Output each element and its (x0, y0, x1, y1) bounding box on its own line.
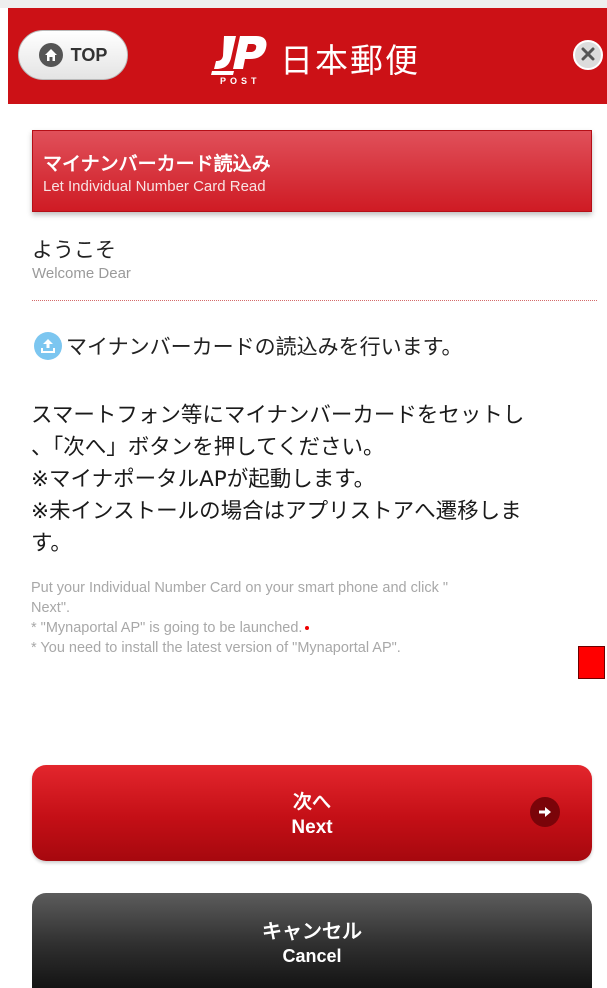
section-title-jp: マイナンバーカード読込み (43, 153, 271, 175)
app-header: TOP POST 日本郵便 (8, 8, 607, 104)
home-icon (38, 43, 63, 67)
instruction-jp-line: ※マイナポータルAPが起動します。 (31, 467, 376, 492)
divider (32, 300, 597, 301)
section-title-en: Let Individual Number Card Read (43, 178, 266, 195)
instructions-en: Put your Individual Number Card on your … (31, 578, 601, 658)
welcome-jp: ようこそ (32, 238, 116, 262)
red-marker (578, 646, 605, 679)
welcome-en: Welcome Dear (32, 265, 131, 282)
red-dot-marker (305, 626, 310, 631)
logo-post-text: POST (220, 76, 261, 86)
cancel-button-label-en: Cancel (282, 946, 342, 966)
instruction-jp-line: スマートフォン等にマイナンバーカードをセットし (31, 403, 525, 428)
cancel-button-label-jp: キャンセル (262, 919, 362, 943)
jp-logo-mark: POST (210, 30, 272, 86)
instruction-en-line: * You need to install the latest version… (31, 640, 401, 656)
top-button-label: TOP (70, 44, 108, 65)
top-button[interactable]: TOP (18, 30, 128, 80)
close-button[interactable] (573, 40, 603, 70)
instruction-jp-line: 、「次へ」ボタンを押してください。 (31, 435, 385, 460)
logo-name: 日本郵便 (280, 41, 420, 80)
instruction-en-line: Put your Individual Number Card on your … (31, 580, 448, 596)
instruction-en-line-launch: * "Mynaportal AP" is going to be launche… (31, 618, 601, 638)
info-line: マイナンバーカードの読込みを行います。 (34, 331, 462, 361)
cancel-button[interactable]: キャンセル Cancel (32, 893, 592, 988)
next-button[interactable]: 次へ Next (32, 765, 592, 861)
next-button-label-en: Next (291, 817, 333, 838)
instruction-en-line: Next". (31, 600, 70, 616)
upload-icon (34, 332, 62, 360)
instructions-jp: スマートフォン等にマイナンバーカードをセットし 、「次へ」ボタンを押してください… (31, 400, 591, 560)
jp-post-logo: POST 日本郵便 (210, 30, 420, 86)
instruction-jp-line: ※未インストールの場合はアプリストアへ遷移しま (31, 499, 522, 524)
close-icon (581, 46, 595, 65)
info-text: マイナンバーカードの読込みを行います。 (66, 335, 463, 359)
section-header: マイナンバーカード読込み Let Individual Number Card … (32, 130, 592, 212)
top-strip (0, 0, 607, 8)
next-button-label-jp: 次へ (292, 791, 331, 813)
instruction-jp-line: す。 (31, 531, 72, 556)
instruction-en-text: * "Mynaportal AP" is going to be launche… (31, 620, 303, 636)
arrow-right-icon (530, 797, 560, 827)
